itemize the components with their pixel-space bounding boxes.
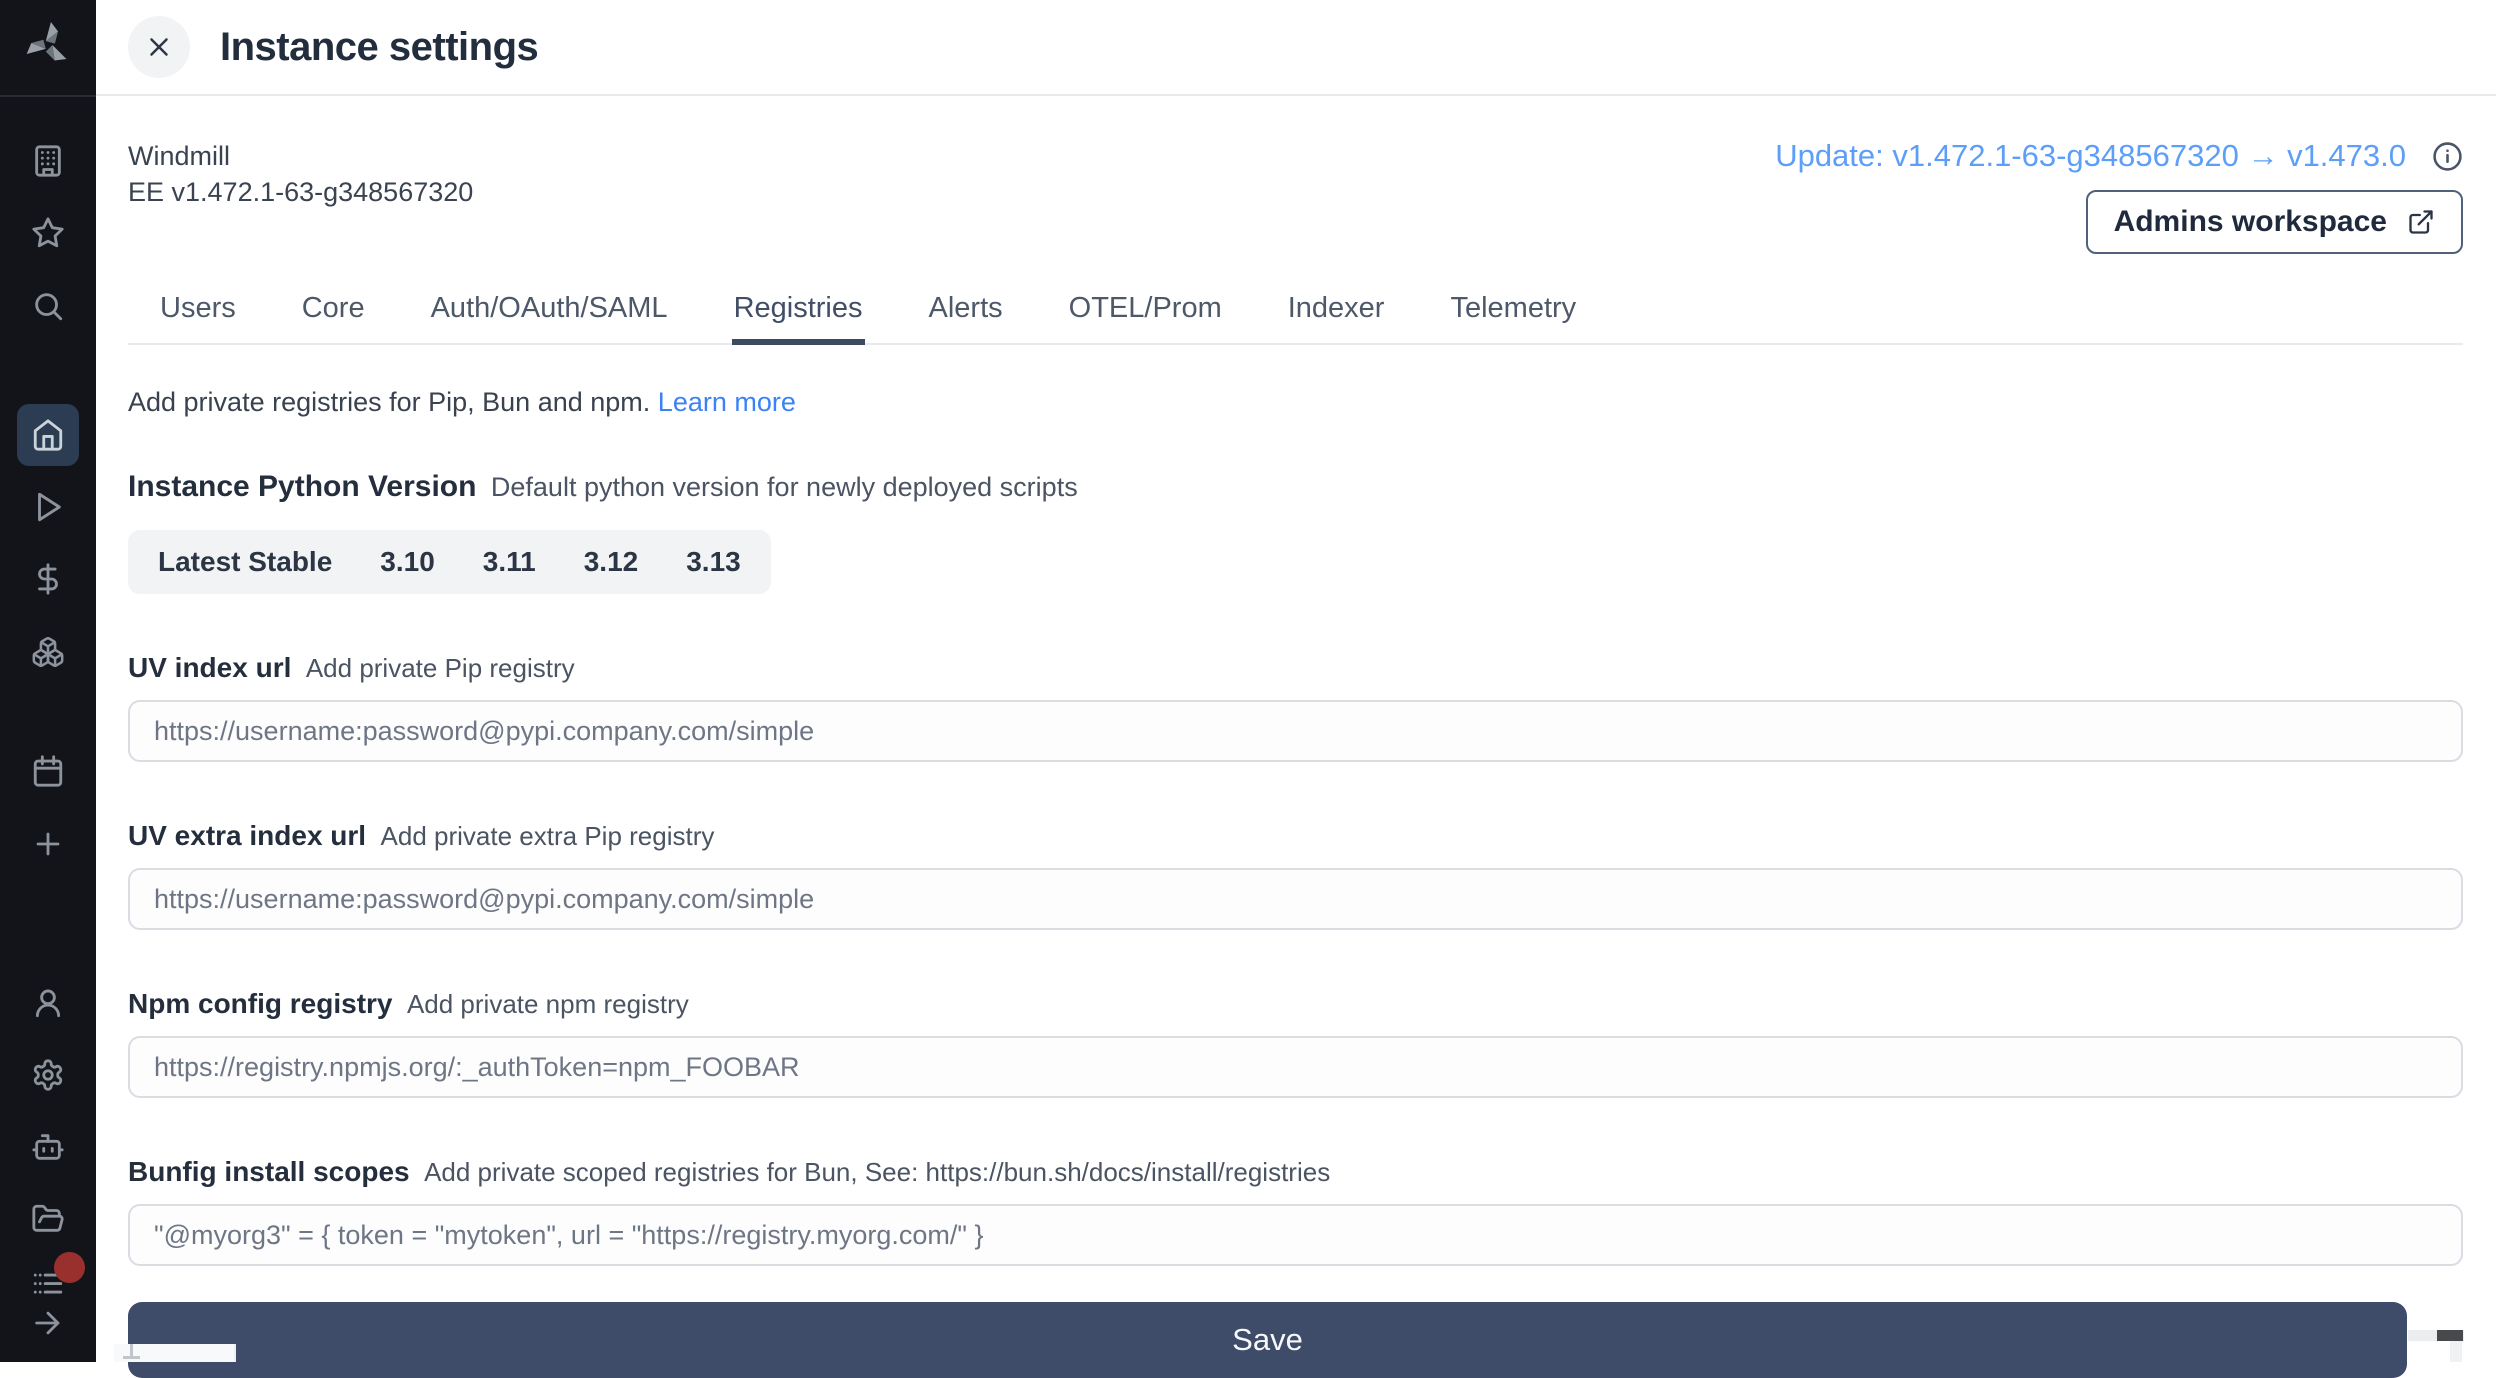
boxes-icon[interactable] bbox=[31, 635, 65, 669]
python-option-3-11[interactable]: 3.11 bbox=[483, 546, 536, 578]
intro-text: Add private registries for Pip, Bun and … bbox=[128, 387, 650, 417]
arrow-right-icon[interactable] bbox=[31, 1306, 65, 1340]
search-icon[interactable] bbox=[31, 289, 65, 323]
python-version-heading: Instance Python Version Default python v… bbox=[128, 470, 2463, 504]
tab-alerts[interactable]: Alerts bbox=[927, 292, 1005, 345]
bunfig-install-scopes-hint: Add private scoped registries for Bun, S… bbox=[424, 1157, 1330, 1187]
bot-icon[interactable] bbox=[31, 1130, 65, 1164]
info-icon[interactable] bbox=[2432, 141, 2463, 172]
admins-workspace-label: Admins workspace bbox=[2114, 205, 2387, 239]
horizontal-scrollbar-thumb[interactable] bbox=[2437, 1330, 2463, 1341]
scrollbar-corner bbox=[2450, 1341, 2462, 1362]
bunfig-install-scopes-input[interactable] bbox=[128, 1204, 2463, 1266]
python-option-3-12[interactable]: 3.12 bbox=[584, 546, 639, 578]
python-version-title: Instance Python Version bbox=[128, 470, 476, 503]
field-npm-config-registry: Npm config registry Add private npm regi… bbox=[128, 988, 2463, 1098]
user-icon[interactable] bbox=[31, 986, 65, 1020]
tab-users[interactable]: Users bbox=[158, 292, 238, 345]
plus-icon[interactable] bbox=[31, 827, 65, 861]
tab-indexer[interactable]: Indexer bbox=[1286, 292, 1387, 345]
registries-intro: Add private registries for Pip, Bun and … bbox=[128, 387, 2463, 418]
building-icon[interactable] bbox=[31, 144, 65, 178]
uv-extra-index-url-label: UV extra index url bbox=[128, 820, 366, 851]
field-uv-extra-index-url: UV extra index url Add private extra Pip… bbox=[128, 820, 2463, 930]
page-title: Instance settings bbox=[220, 25, 538, 70]
python-option-latest-stable[interactable]: Latest Stable bbox=[158, 546, 332, 578]
uv-index-url-hint: Add private Pip registry bbox=[306, 653, 575, 683]
python-option-3-13[interactable]: 3.13 bbox=[686, 546, 741, 578]
settings-gear-icon[interactable] bbox=[31, 1058, 65, 1092]
uv-index-url-label: UV index url bbox=[128, 652, 291, 683]
star-icon[interactable] bbox=[31, 216, 65, 250]
npm-config-registry-label: Npm config registry bbox=[128, 988, 392, 1019]
product-name: Windmill bbox=[128, 138, 473, 174]
tab-otel-prom[interactable]: OTEL/Prom bbox=[1067, 292, 1224, 345]
tab-telemetry[interactable]: Telemetry bbox=[1448, 292, 1578, 345]
save-button[interactable]: Save bbox=[128, 1302, 2407, 1378]
python-version-subtitle: Default python version for newly deploye… bbox=[491, 472, 1078, 502]
tab-core[interactable]: Core bbox=[300, 292, 367, 345]
sidebar bbox=[0, 0, 96, 1362]
notification-dot bbox=[54, 1252, 85, 1283]
npm-config-registry-hint: Add private npm registry bbox=[407, 989, 689, 1019]
uv-extra-index-url-hint: Add private extra Pip registry bbox=[381, 821, 715, 851]
clipped-element bbox=[114, 1344, 236, 1362]
dollar-sign-icon[interactable] bbox=[31, 562, 65, 596]
python-option-3-10[interactable]: 3.10 bbox=[380, 546, 435, 578]
npm-config-registry-input[interactable] bbox=[128, 1036, 2463, 1098]
tab-auth-oauth-saml[interactable]: Auth/OAuth/SAML bbox=[429, 292, 670, 345]
external-link-icon bbox=[2407, 208, 2435, 236]
bunfig-install-scopes-label: Bunfig install scopes bbox=[128, 1156, 410, 1187]
sidebar-divider bbox=[0, 95, 96, 97]
tab-registries[interactable]: Registries bbox=[732, 292, 865, 345]
close-icon bbox=[144, 32, 174, 62]
learn-more-link[interactable]: Learn more bbox=[658, 387, 796, 417]
update-link[interactable]: Update: v1.472.1-63-g348567320 → v1.473.… bbox=[1775, 138, 2406, 174]
close-button[interactable] bbox=[128, 16, 190, 78]
play-icon[interactable] bbox=[31, 490, 65, 524]
folder-open-icon[interactable] bbox=[31, 1202, 65, 1236]
windmill-logo-icon[interactable] bbox=[23, 20, 73, 70]
home-icon[interactable] bbox=[17, 404, 79, 466]
uv-extra-index-url-input[interactable] bbox=[128, 868, 2463, 930]
calendar-icon[interactable] bbox=[31, 754, 65, 788]
field-bunfig-install-scopes: Bunfig install scopes Add private scoped… bbox=[128, 1156, 2463, 1266]
edition-version: EE v1.472.1-63-g348567320 bbox=[128, 174, 473, 210]
header: Instance settings bbox=[96, 0, 2496, 96]
field-uv-index-url: UV index url Add private Pip registry bbox=[128, 652, 2463, 762]
uv-index-url-input[interactable] bbox=[128, 700, 2463, 762]
settings-tabs: Users Core Auth/OAuth/SAML Registries Al… bbox=[128, 292, 2463, 345]
instance-version: Windmill EE v1.472.1-63-g348567320 bbox=[128, 138, 473, 210]
admins-workspace-button[interactable]: Admins workspace bbox=[2086, 190, 2463, 254]
python-version-toggle-group: Latest Stable 3.10 3.11 3.12 3.13 bbox=[128, 530, 771, 594]
main-content: Windmill EE v1.472.1-63-g348567320 Updat… bbox=[96, 98, 2496, 1362]
